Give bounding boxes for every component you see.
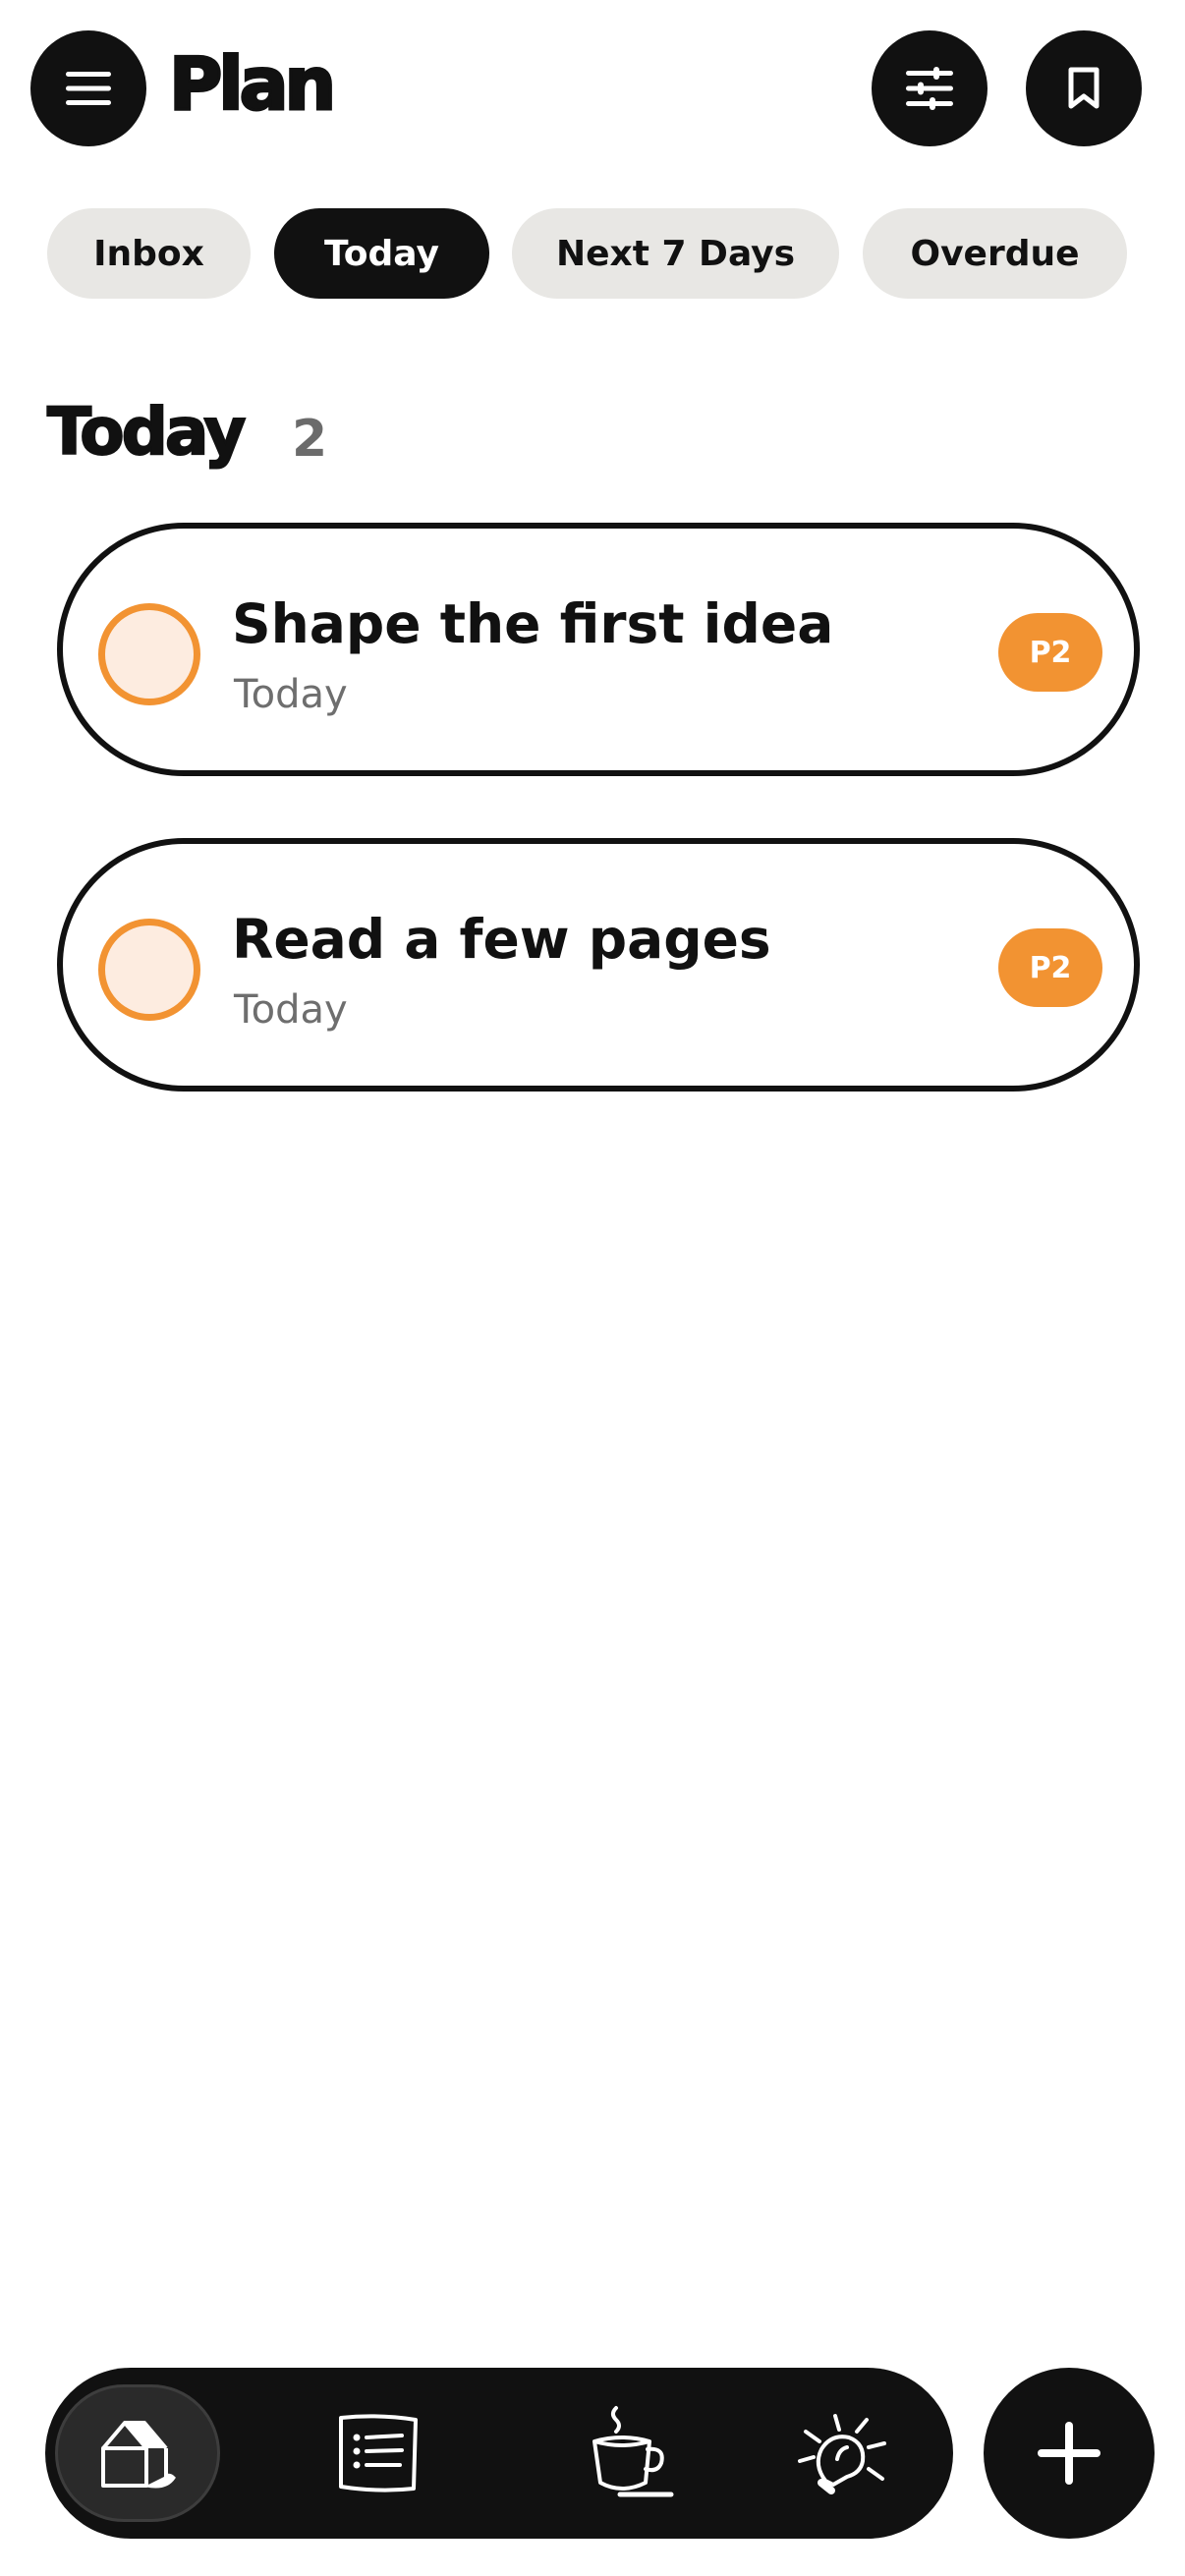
priority-badge: P2 (998, 928, 1102, 1007)
task-title: Shape the first idea (232, 592, 834, 655)
notes-list-icon (335, 2412, 422, 2494)
nav-home[interactable] (55, 2368, 220, 2539)
hamburger-menu-icon (66, 72, 111, 105)
sliders-icon (906, 67, 953, 110)
task-card[interactable]: Read a few pages Today P2 (57, 838, 1140, 1092)
tab-inbox[interactable]: Inbox (47, 208, 251, 299)
task-complete-checkbox[interactable] (98, 919, 200, 1021)
plus-icon (1038, 2422, 1100, 2485)
section-title: Today (46, 393, 247, 471)
app-title: Plan (167, 41, 337, 129)
coffee-cup-icon (583, 2404, 677, 2502)
task-complete-checkbox[interactable] (98, 603, 200, 705)
filter-button[interactable] (872, 30, 988, 146)
nav-coffee[interactable] (547, 2368, 712, 2539)
bookmark-button[interactable] (1026, 30, 1142, 146)
tab-overdue[interactable]: Overdue (863, 208, 1127, 299)
plan-screen: Plan Inbox Today Next 7 Days Overdue Tod… (0, 0, 1185, 2576)
tab-next-7-days[interactable]: Next 7 Days (512, 208, 839, 299)
task-card[interactable]: Shape the first idea Today P2 (57, 523, 1140, 776)
bookmark-icon (1067, 67, 1100, 110)
house-icon (95, 2411, 180, 2495)
nav-notes[interactable] (296, 2368, 461, 2539)
tab-today[interactable]: Today (274, 208, 489, 299)
nav-ideas[interactable] (762, 2368, 927, 2539)
task-due-date: Today (234, 672, 348, 717)
task-due-date: Today (234, 987, 348, 1033)
menu-button[interactable] (30, 30, 146, 146)
task-title: Read a few pages (232, 908, 771, 971)
bottom-navigation (45, 2368, 953, 2539)
task-count: 2 (292, 410, 328, 469)
lightbulb-icon (796, 2408, 892, 2498)
add-task-button[interactable] (984, 2368, 1155, 2539)
priority-badge: P2 (998, 613, 1102, 692)
